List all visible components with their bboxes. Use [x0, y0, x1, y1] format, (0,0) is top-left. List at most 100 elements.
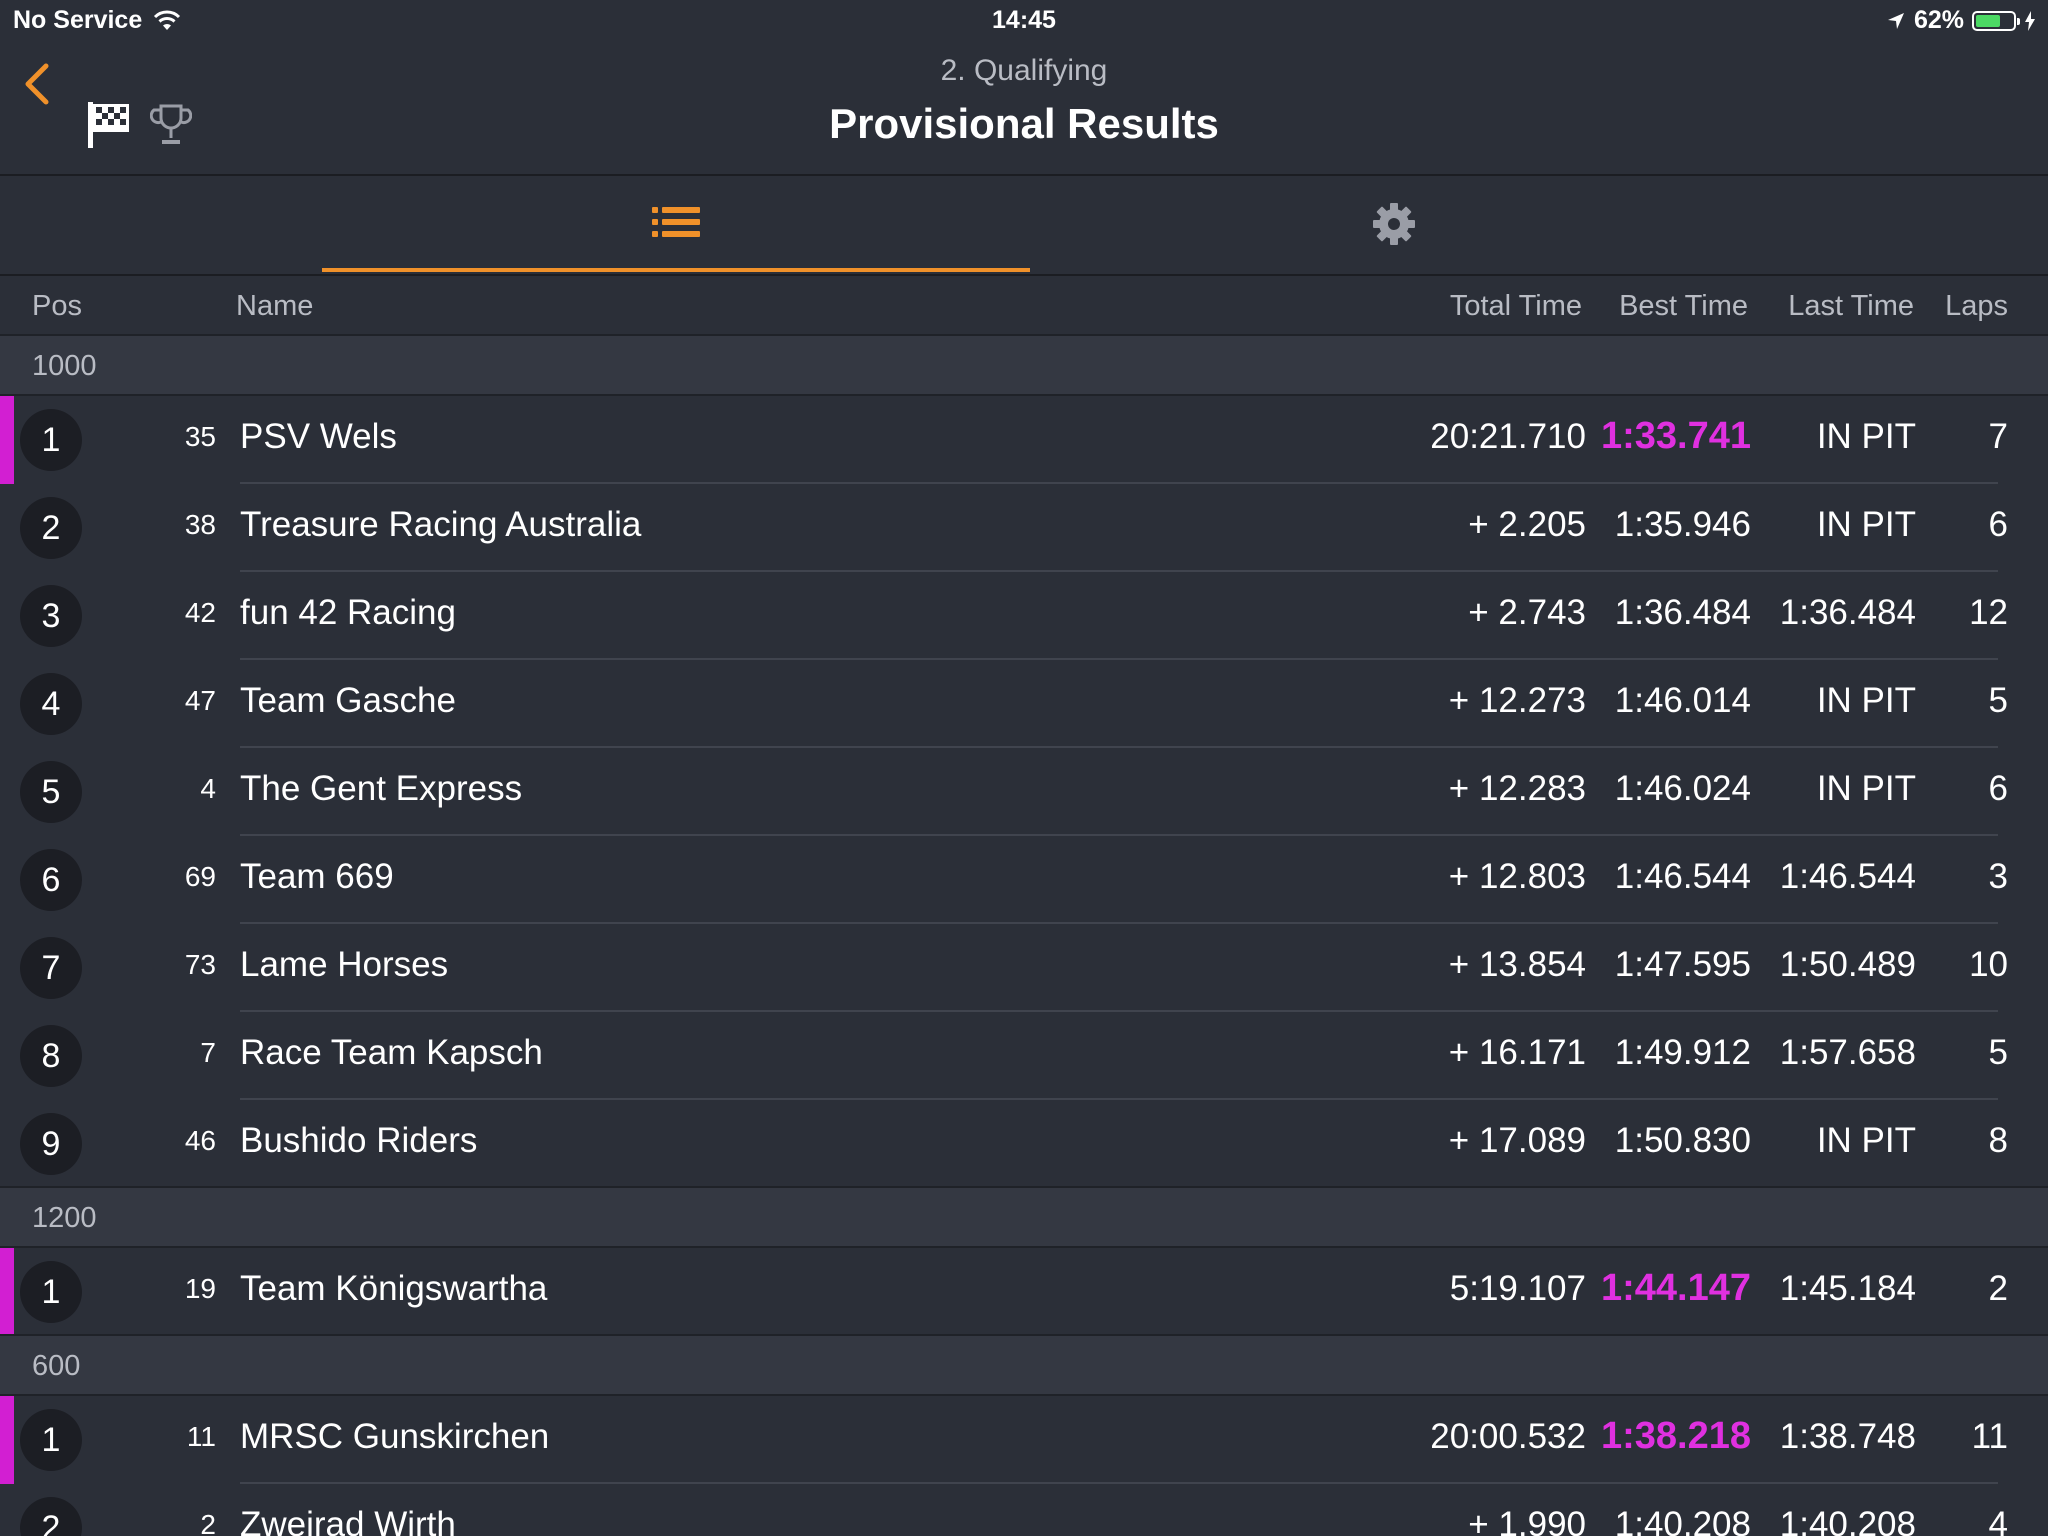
- laps: 5: [1988, 1033, 2008, 1072]
- best-time: 1:46.024: [1614, 769, 1751, 808]
- table-row[interactable]: 1 11 MRSC Gunskirchen 20:00.532 1:38.218…: [0, 1396, 2048, 1484]
- last-time: IN PIT: [1816, 1121, 1916, 1160]
- position-badge: 6: [20, 849, 82, 911]
- last-time: IN PIT: [1816, 505, 1916, 544]
- best-time: 1:33.741: [1600, 415, 1751, 457]
- page-title: Provisional Results: [829, 100, 1219, 147]
- laps: 4: [1988, 1505, 2008, 1536]
- laps: 6: [1988, 505, 2008, 544]
- team-name: MRSC Gunskirchen: [240, 1417, 550, 1456]
- position-badge: 1: [20, 1409, 82, 1471]
- laps: 2: [1988, 1269, 2008, 1308]
- table-row[interactable]: 7 73 Lame Horses + 13.854 1:47.595 1:50.…: [0, 924, 2048, 1012]
- position-badge: 5: [20, 761, 82, 823]
- team-name: Bushido Riders: [240, 1121, 478, 1160]
- start-number: 2: [200, 1509, 216, 1536]
- battery-icon: [1972, 10, 2020, 31]
- laps: 7: [1988, 417, 2008, 456]
- table-row[interactable]: 5 4 The Gent Express + 12.283 1:46.024 I…: [0, 748, 2048, 836]
- table-row[interactable]: 4 47 Team Gasche + 12.273 1:46.014 IN PI…: [0, 660, 2048, 748]
- class-label: 600: [32, 1350, 81, 1382]
- start-number: 19: [184, 1273, 216, 1304]
- start-number: 69: [184, 861, 216, 892]
- laps: 6: [1988, 769, 2008, 808]
- best-time: 1:44.147: [1600, 1267, 1751, 1309]
- total-time: + 17.089: [1448, 1121, 1586, 1160]
- last-time: 1:50.489: [1779, 945, 1916, 984]
- last-time: 1:45.184: [1779, 1269, 1916, 1308]
- col-best-time: Best Time: [1619, 290, 1748, 322]
- col-total-time: Total Time: [1449, 290, 1582, 322]
- position-badge: 2: [20, 1497, 82, 1536]
- class-header: 1000: [0, 336, 2048, 396]
- last-time: 1:38.748: [1779, 1417, 1916, 1456]
- results-column-header: Pos Name Total Time Best Time Last Time …: [0, 276, 2048, 336]
- start-number: 46: [184, 1125, 216, 1156]
- table-row[interactable]: 3 42 fun 42 Racing + 2.743 1:36.484 1:36…: [0, 572, 2048, 660]
- col-laps: Laps: [1945, 290, 2008, 322]
- start-number: 7: [200, 1037, 216, 1068]
- team-name: Lame Horses: [240, 945, 449, 984]
- last-time: 1:36.484: [1779, 593, 1916, 632]
- leader-marker: [0, 396, 14, 484]
- laps: 10: [1969, 945, 2008, 984]
- tab-results-list[interactable]: [322, 176, 1030, 272]
- start-number: 38: [184, 509, 216, 540]
- leader-marker: [0, 1248, 14, 1336]
- table-row[interactable]: 9 46 Bushido Riders + 17.089 1:50.830 IN…: [0, 1100, 2048, 1188]
- best-time: 1:46.014: [1614, 681, 1751, 720]
- tab-bar: [0, 176, 2048, 276]
- team-name: The Gent Express: [240, 769, 523, 808]
- laps: 3: [1988, 857, 2008, 896]
- best-time: 1:46.544: [1614, 857, 1751, 896]
- laps: 5: [1988, 681, 2008, 720]
- col-last-time: Last Time: [1788, 290, 1914, 322]
- table-row[interactable]: 1 35 PSV Wels 20:21.710 1:33.741 IN PIT …: [0, 396, 2048, 484]
- tab-settings[interactable]: [1040, 176, 1748, 272]
- team-name: Zweirad Wirth: [240, 1505, 456, 1536]
- table-row[interactable]: 2 2 Zweirad Wirth + 1.990 1:40.208 1:40.…: [0, 1484, 2048, 1536]
- position-badge: 9: [20, 1113, 82, 1175]
- position-badge: 3: [20, 585, 82, 647]
- session-subtitle: 2. Qualifying: [940, 54, 1108, 87]
- last-time: 1:40.208: [1779, 1505, 1916, 1536]
- total-time: + 12.283: [1448, 769, 1586, 808]
- table-row[interactable]: 8 7 Race Team Kapsch + 16.171 1:49.912 1…: [0, 1012, 2048, 1100]
- total-time: 5:19.107: [1449, 1269, 1586, 1308]
- status-bar: No Service 14:45 62%: [0, 0, 2048, 42]
- total-time: + 12.273: [1448, 681, 1586, 720]
- start-number: 4: [200, 773, 216, 804]
- battery-percent: 62%: [1913, 6, 1964, 34]
- status-time: 14:45: [992, 6, 1056, 34]
- total-time: + 13.854: [1448, 945, 1586, 984]
- best-time: 1:35.946: [1614, 505, 1751, 544]
- col-pos: Pos: [32, 290, 82, 322]
- nav-header: 2. Qualifying Provisional Results: [0, 42, 2048, 176]
- status-right: 62%: [1886, 6, 2036, 35]
- total-time: + 2.743: [1468, 593, 1586, 632]
- team-name: Team Gasche: [240, 681, 456, 720]
- total-time: 20:00.532: [1430, 1417, 1586, 1456]
- start-number: 73: [184, 949, 216, 980]
- position-badge: 4: [20, 673, 82, 735]
- table-row[interactable]: 1 19 Team Königswartha 5:19.107 1:44.147…: [0, 1248, 2048, 1336]
- gear-icon: [1373, 203, 1415, 245]
- start-number: 11: [186, 1421, 216, 1452]
- table-row[interactable]: 2 38 Treasure Racing Australia + 2.205 1…: [0, 484, 2048, 572]
- team-name: fun 42 Racing: [240, 593, 456, 632]
- position-badge: 1: [20, 409, 82, 471]
- last-time: IN PIT: [1816, 417, 1916, 456]
- total-time: + 12.803: [1448, 857, 1586, 896]
- list-icon: [652, 207, 700, 237]
- total-time: 20:21.710: [1430, 417, 1586, 456]
- class-label: 1200: [32, 1202, 97, 1234]
- best-time: 1:40.208: [1614, 1505, 1751, 1536]
- team-name: PSV Wels: [240, 417, 397, 456]
- best-time: 1:49.912: [1614, 1033, 1751, 1072]
- laps: 12: [1969, 593, 2008, 632]
- table-row[interactable]: 6 69 Team 669 + 12.803 1:46.544 1:46.544…: [0, 836, 2048, 924]
- team-name: Team Königswartha: [240, 1269, 548, 1308]
- total-time: + 16.171: [1448, 1033, 1586, 1072]
- charging-icon: [2025, 10, 2035, 31]
- laps: 11: [1971, 1417, 2008, 1456]
